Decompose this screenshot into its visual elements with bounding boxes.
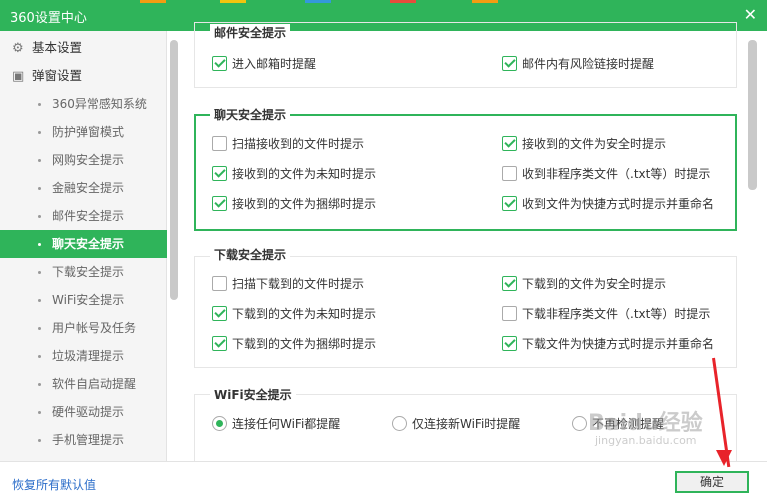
- sidebar-item-autostart[interactable]: 软件自启动提醒: [0, 370, 167, 398]
- close-icon[interactable]: ✕: [744, 5, 757, 24]
- sidebar-item-download[interactable]: 下载安全提示: [0, 258, 167, 286]
- title-decoration: [220, 0, 246, 3]
- checkbox[interactable]: [212, 196, 227, 211]
- sidebar-item-anomaly[interactable]: 360异常感知系统: [0, 90, 167, 118]
- checkbox[interactable]: [502, 136, 517, 151]
- bullet-icon: [38, 215, 41, 218]
- checkbox[interactable]: [502, 276, 517, 291]
- bullet-icon: [38, 299, 41, 302]
- sidebar-item-driver[interactable]: 硬件驱动提示: [0, 398, 167, 426]
- bullet-icon: [38, 187, 41, 190]
- wifi-section-title: WiFi安全提示: [210, 386, 296, 403]
- bullet-icon: [38, 355, 41, 358]
- download-section-title: 下载安全提示: [210, 246, 291, 263]
- title-decoration: [472, 0, 498, 3]
- sidebar-item-account[interactable]: 用户帐号及任务: [0, 314, 167, 342]
- window-title: 360设置中心: [10, 11, 87, 26]
- sidebar-item-finance[interactable]: 金融安全提示: [0, 174, 167, 202]
- title-decoration: [390, 0, 416, 3]
- checkbox[interactable]: [502, 56, 517, 71]
- window-icon: ▣: [12, 69, 25, 84]
- bullet-icon: [38, 103, 41, 106]
- sidebar-item-popup-mode[interactable]: 防护弹窗模式: [0, 118, 167, 146]
- sidebar-item-chat[interactable]: 聊天安全提示: [0, 230, 167, 258]
- sidebar-group-label: 弹窗设置: [32, 68, 83, 83]
- checkbox[interactable]: [502, 336, 517, 351]
- footer: [0, 461, 767, 498]
- title-decoration: [140, 0, 166, 3]
- bullet-icon: [38, 411, 41, 414]
- sidebar-item-phone[interactable]: 手机管理提示: [0, 426, 167, 454]
- checkbox[interactable]: [212, 136, 227, 151]
- checkbox[interactable]: [212, 166, 227, 181]
- chat-section-title: 聊天安全提示: [210, 106, 291, 123]
- checkbox[interactable]: [212, 306, 227, 321]
- checkbox[interactable]: [212, 56, 227, 71]
- bullet-icon: [38, 159, 41, 162]
- bullet-icon: [38, 383, 41, 386]
- sidebar-item-shopping[interactable]: 网购安全提示: [0, 146, 167, 174]
- sidebar-group-popup[interactable]: ▣ 弹窗设置: [0, 62, 167, 90]
- radio-button[interactable]: [572, 416, 587, 431]
- checkbox[interactable]: [502, 306, 517, 321]
- title-decoration: [305, 0, 331, 3]
- sidebar-scrollbar-thumb[interactable]: [170, 40, 178, 300]
- sidebar-item-mail[interactable]: 邮件安全提示: [0, 202, 167, 230]
- ok-button[interactable]: 确定: [675, 471, 749, 493]
- sidebar-group-label: 基本设置: [32, 40, 83, 55]
- checkbox[interactable]: [502, 196, 517, 211]
- mail-section-title: 邮件安全提示: [210, 24, 291, 41]
- bullet-icon: [38, 439, 41, 442]
- radio-button[interactable]: [212, 416, 227, 431]
- content-scrollbar-thumb[interactable]: [748, 40, 757, 190]
- sidebar-item-cleanup[interactable]: 垃圾清理提示: [0, 342, 167, 370]
- restore-defaults-link[interactable]: 恢复所有默认值: [12, 476, 96, 493]
- checkbox[interactable]: [502, 166, 517, 181]
- watermark: Baidu经验: [588, 411, 703, 436]
- bullet-icon: [38, 271, 41, 274]
- bullet-icon: [38, 243, 41, 246]
- watermark-sub: jingyan.baidu.com: [595, 434, 697, 447]
- checkbox[interactable]: [212, 276, 227, 291]
- radio-button[interactable]: [392, 416, 407, 431]
- sidebar-group-basic[interactable]: ⚙ 基本设置: [0, 34, 167, 62]
- sidebar-item-wifi[interactable]: WiFi安全提示: [0, 286, 167, 314]
- bullet-icon: [38, 327, 41, 330]
- gear-icon: ⚙: [12, 41, 24, 56]
- checkbox[interactable]: [212, 336, 227, 351]
- annotation-arrowhead-icon: [716, 450, 732, 466]
- bullet-icon: [38, 131, 41, 134]
